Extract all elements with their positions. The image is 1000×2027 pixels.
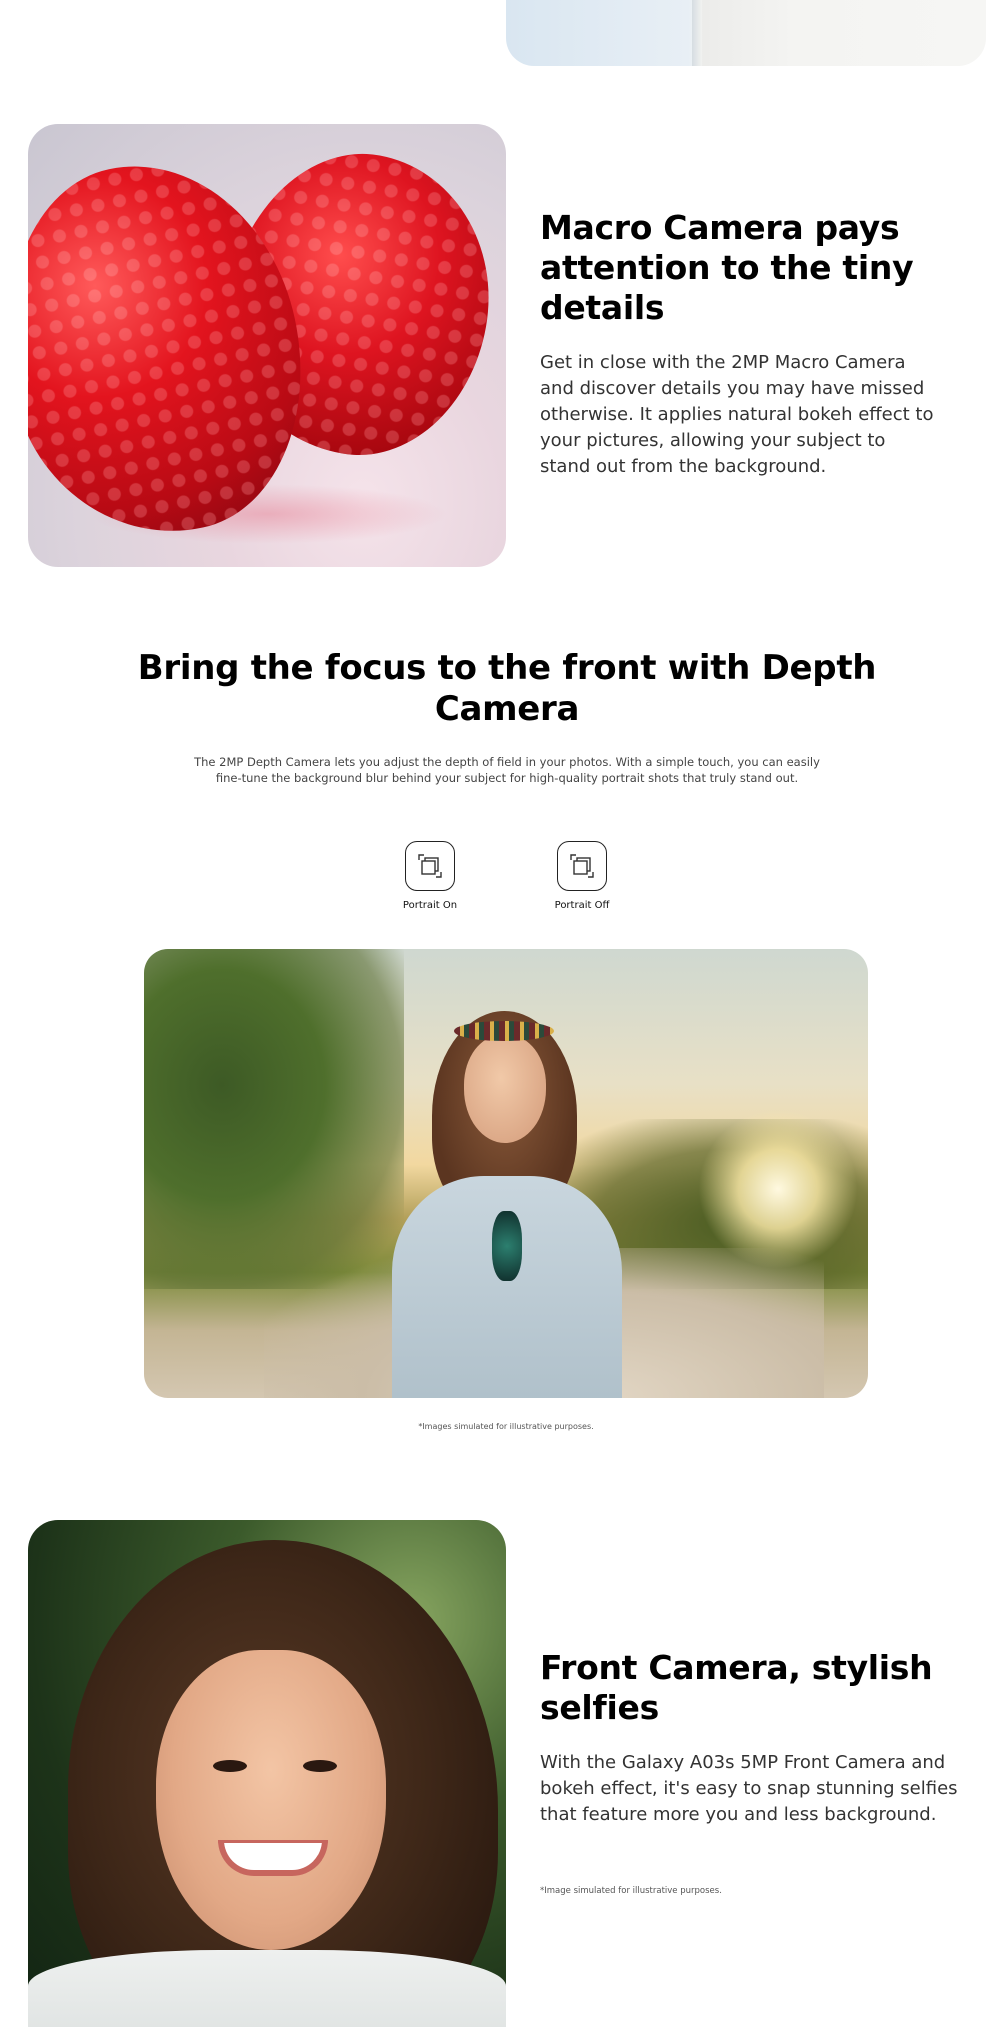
macro-text-block: Macro Camera pays attention to the tiny … bbox=[540, 208, 940, 480]
selfie-image bbox=[28, 1520, 506, 2027]
macro-title: Macro Camera pays attention to the tiny … bbox=[540, 208, 914, 327]
product-image-partial bbox=[506, 0, 986, 66]
front-description: With the Galaxy A03s 5MP Front Camera an… bbox=[540, 1752, 958, 1825]
portrait-off-button[interactable]: Portrait Off bbox=[532, 841, 632, 911]
trees-left bbox=[144, 949, 404, 1289]
front-disclaimer: *Image simulated for illustrative purpos… bbox=[540, 1886, 722, 1896]
portrait-mode-icon bbox=[557, 841, 607, 891]
portrait-subject bbox=[392, 1011, 622, 1398]
depth-disclaimer: *Images simulated for illustrative purpo… bbox=[418, 1422, 594, 1431]
portrait-on-label: Portrait On bbox=[402, 900, 458, 911]
sun-glow bbox=[698, 1109, 858, 1269]
portrait-on-button[interactable]: Portrait On bbox=[380, 841, 480, 911]
depth-title: Bring the focus to the front with Depth … bbox=[137, 648, 877, 729]
phone-edge bbox=[692, 0, 702, 66]
front-title: Front Camera, stylish selfies bbox=[540, 1648, 933, 1727]
depth-description: The 2MP Depth Camera lets you adjust the… bbox=[194, 755, 820, 785]
depth-portrait-image bbox=[144, 949, 868, 1398]
macro-description: Get in close with the 2MP Macro Camera a… bbox=[540, 352, 934, 477]
macro-raspberry-image bbox=[28, 124, 506, 567]
front-text-block: Front Camera, stylish selfies With the G… bbox=[540, 1648, 960, 1828]
portrait-off-label: Portrait Off bbox=[554, 900, 610, 911]
portrait-mode-icon bbox=[405, 841, 455, 891]
